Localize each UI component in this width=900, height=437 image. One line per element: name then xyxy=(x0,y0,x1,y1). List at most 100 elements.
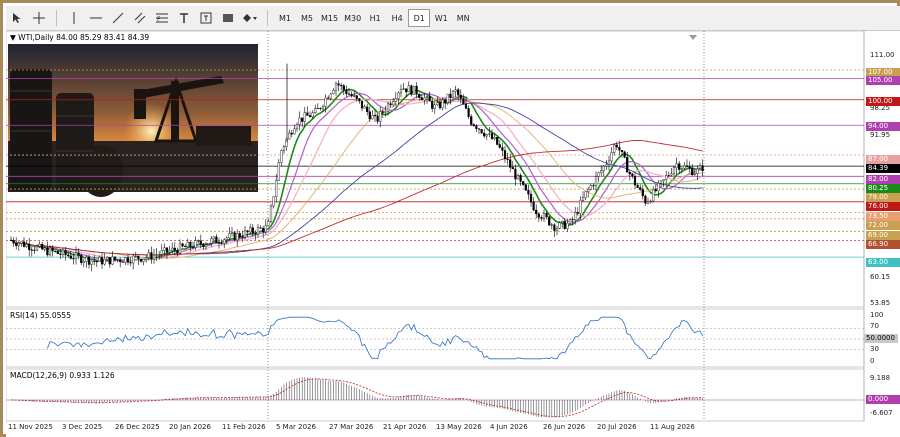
timeframe-m15[interactable]: M15 xyxy=(318,9,341,27)
price-label-63[interactable]: 63.00 xyxy=(866,258,900,267)
chart-area[interactable]: ▼ WTI,Daily 84.00 85.29 83.41 84.39 111.… xyxy=(6,31,900,437)
timeframe-h1[interactable]: H1 xyxy=(364,9,386,27)
candle-body xyxy=(243,230,247,238)
price-label-73[interactable]: 73.50 xyxy=(866,212,900,221)
candle-body xyxy=(61,249,65,255)
candle-body xyxy=(522,181,525,185)
candle-body xyxy=(353,95,356,97)
candle-body xyxy=(48,247,52,256)
candle-body xyxy=(667,174,670,176)
price-label-100[interactable]: 100.00 xyxy=(866,97,900,106)
candle-body xyxy=(12,239,15,244)
candle-body xyxy=(347,93,351,95)
label-icon[interactable] xyxy=(197,8,215,28)
candle-body xyxy=(373,115,377,117)
candle-body xyxy=(623,151,626,158)
timeframe-w1[interactable]: W1 xyxy=(430,9,452,27)
candle-body xyxy=(67,254,70,257)
candle-body xyxy=(649,200,652,203)
timeframe-m30[interactable]: M30 xyxy=(341,9,364,27)
price-label-82[interactable]: 82.00 xyxy=(866,175,900,184)
candle-body xyxy=(581,197,585,201)
rsi-pane xyxy=(6,308,865,368)
candle-body xyxy=(576,212,579,214)
candle-body xyxy=(30,249,33,251)
horizontal-line-icon[interactable] xyxy=(87,8,105,28)
candle-body xyxy=(423,97,426,101)
vertical-line-icon[interactable] xyxy=(65,8,83,28)
timeframe-h4[interactable]: H4 xyxy=(386,9,408,27)
date-label: 21 Apr 2026 xyxy=(383,423,427,431)
candle-body xyxy=(132,255,135,264)
candle-body xyxy=(25,244,28,247)
candle-body xyxy=(561,220,564,224)
chart-canvas[interactable] xyxy=(6,31,900,437)
fibonacci-icon[interactable]: F xyxy=(153,8,171,28)
candle-body xyxy=(142,258,145,262)
price-label-94[interactable]: 94.00 xyxy=(866,122,900,131)
candle-body xyxy=(90,260,93,265)
candle-body xyxy=(337,83,340,86)
candle-body xyxy=(241,236,244,238)
candle-body xyxy=(420,97,423,101)
candle-body xyxy=(457,89,460,96)
candle-body xyxy=(33,249,36,251)
candle-body xyxy=(334,83,338,91)
price-label-72[interactable]: 72.00 xyxy=(866,221,900,230)
date-label: 27 Mar 2026 xyxy=(329,423,374,431)
cursor-icon[interactable] xyxy=(8,8,26,28)
candle-body xyxy=(22,241,26,247)
candle-body xyxy=(602,166,605,171)
timeframe-m5[interactable]: M5 xyxy=(296,9,318,27)
rectangle-icon[interactable] xyxy=(219,8,237,28)
candle-body xyxy=(272,196,275,207)
candle-body xyxy=(631,173,634,177)
candle-body xyxy=(657,182,660,192)
candle-body xyxy=(654,189,657,192)
timeframe-m1[interactable]: M1 xyxy=(274,9,296,27)
candle-body xyxy=(613,144,616,153)
date-label: 5 Mar 2026 xyxy=(276,423,316,431)
candle-body xyxy=(100,257,104,265)
price-label-69[interactable]: 69.00 xyxy=(866,231,900,240)
candle-body xyxy=(532,201,535,211)
price-label-66[interactable]: 66.90 xyxy=(866,240,900,249)
shapes-dropdown-icon[interactable] xyxy=(241,8,259,28)
candle-body xyxy=(407,85,410,93)
trendline-icon[interactable] xyxy=(109,8,127,28)
price-label-105[interactable]: 105.00 xyxy=(866,76,900,85)
price-label-76[interactable]: 76.00 xyxy=(866,202,900,211)
candle-body xyxy=(498,144,501,148)
candle-body xyxy=(527,189,530,195)
crosshair-icon[interactable] xyxy=(30,8,48,28)
candle-body xyxy=(685,165,689,168)
candle-body xyxy=(207,243,210,245)
collapse-triangle-icon[interactable]: ▼ xyxy=(10,33,16,42)
candle-body xyxy=(54,250,57,252)
price-label-87[interactable]: 87.00 xyxy=(866,155,900,164)
candle-body xyxy=(290,132,293,135)
timeframe-d1[interactable]: D1 xyxy=(408,9,431,27)
price-label-80[interactable]: 80.25 xyxy=(866,184,900,193)
candle-body xyxy=(503,150,507,160)
candle-body xyxy=(116,259,119,261)
candle-body xyxy=(184,245,187,248)
candle-body xyxy=(249,227,252,233)
candle-body xyxy=(306,112,309,116)
candle-body xyxy=(618,146,621,151)
candle-body xyxy=(358,98,361,102)
candle-body xyxy=(514,168,517,180)
candle-body xyxy=(137,255,140,260)
candle-body xyxy=(35,246,39,251)
candle-body xyxy=(332,90,335,95)
candle-body xyxy=(327,97,330,99)
candle-body xyxy=(477,128,481,130)
price-label-79[interactable]: 79.00 xyxy=(866,193,900,202)
rsi-level-label: 50.0000 xyxy=(864,334,898,343)
candle-body xyxy=(210,238,213,244)
candle-body xyxy=(262,228,265,233)
text-icon[interactable] xyxy=(175,8,193,28)
channel-icon[interactable] xyxy=(131,8,149,28)
timeframe-mn[interactable]: MN xyxy=(452,9,474,27)
macd-pane xyxy=(6,368,865,422)
